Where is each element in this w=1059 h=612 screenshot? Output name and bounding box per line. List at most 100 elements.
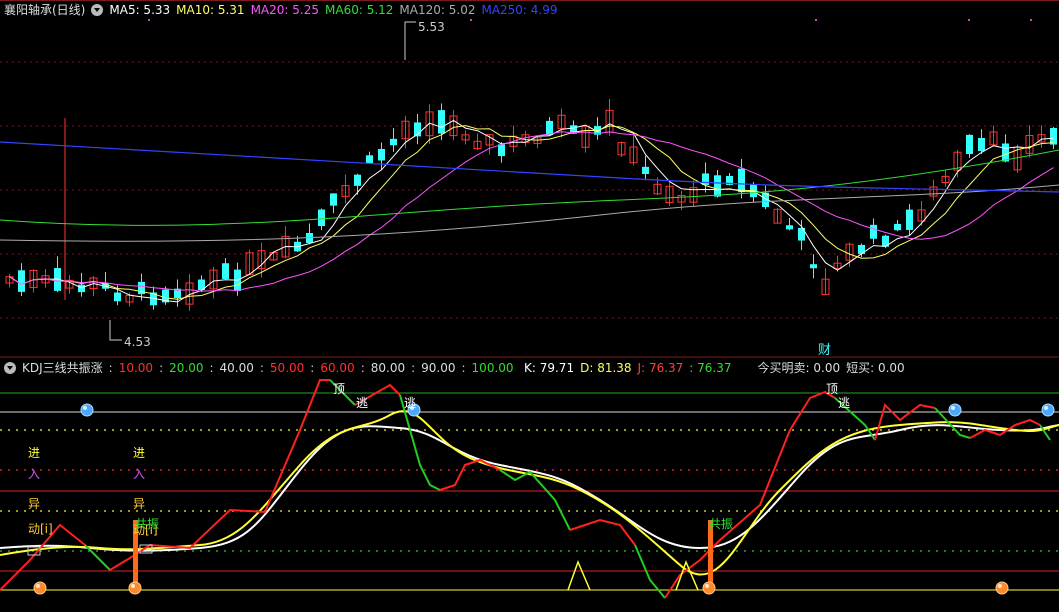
candle-down [642, 166, 649, 175]
candle-down [1050, 127, 1057, 145]
sell-signal-ball-shine [1044, 406, 1048, 410]
buy-signal-ball-shine [705, 584, 709, 588]
chart-stage[interactable]: 襄阳轴承(日线) MA5: 5.33 MA10: 5.31 MA20: 5.25… [0, 0, 1059, 612]
candle-down [906, 209, 913, 230]
ma250-line [0, 141, 1059, 193]
kdj-extra-value: : 76.37 [689, 361, 732, 375]
candle-down [870, 224, 877, 239]
kdj-k-line [0, 424, 1059, 552]
candle-down [978, 137, 985, 151]
candle-down [330, 193, 337, 206]
high-pointer [404, 21, 416, 60]
signal-enter-1: 进 [28, 446, 41, 460]
kdj-j-value: J: 76.37 [637, 361, 684, 375]
ma20-line [9, 131, 1054, 292]
buy-signal-ball [702, 581, 716, 595]
candle-down [1002, 143, 1009, 162]
candle-down [438, 110, 445, 134]
candle-down [114, 292, 121, 302]
signal-escape-3: 逃 [838, 396, 851, 410]
kdj-param-3: 40.00 [219, 361, 254, 375]
candle-down [894, 223, 901, 231]
signal-move-1: 动[i] [28, 522, 53, 536]
signal-in-1: 入 [28, 467, 41, 481]
kdj-param-4: 50.00 [269, 361, 305, 375]
candle-down [498, 144, 505, 157]
kdj-d-value: D: 81.38 [580, 361, 632, 375]
high-price-label: 5.53 [418, 20, 445, 34]
kdj-j-line [439, 458, 501, 491]
top-marker-dot [1030, 19, 1032, 21]
short-buy-value: 短买: 0.00 [846, 361, 905, 375]
kdj-title: KDJ三线共振涨 [22, 361, 103, 375]
sell-signal-ball-shine [83, 406, 87, 410]
kdj-param-7: 90.00 [421, 361, 456, 375]
buy-signal-ball [33, 581, 47, 595]
candle-down [78, 284, 85, 293]
sell-signal-ball [80, 403, 94, 417]
signal-triangle [567, 559, 591, 591]
kdj-param-2: 20.00 [169, 361, 204, 375]
signal-escape-1: 逃 [356, 396, 369, 410]
collapse-toggle-icon[interactable] [91, 4, 104, 16]
signal-resonance-1: 共振 [135, 517, 160, 531]
kdj-values: K: 79.71 D: 81.38 J: 76.37 : 76.37 今买明卖:… [524, 360, 905, 376]
buy-signal-ball-shine [131, 584, 135, 588]
candle-down [222, 263, 229, 279]
kdj-j-line [569, 518, 636, 546]
kdj-header: KDJ三线共振涨 :10.00 :20.00 :40.00 :50.00 :60… [4, 360, 514, 376]
kdj-param-8: 100.00 [471, 361, 514, 375]
finance-marker[interactable]: 财 [818, 344, 831, 358]
ma20-label: MA20: 5.25 [250, 3, 319, 17]
buy-signal-ball-shine [36, 584, 40, 588]
buy-signal-ball [995, 581, 1009, 595]
signal-in-2: 入 [133, 467, 146, 481]
main-header: 襄阳轴承(日线) MA5: 5.33 MA10: 5.31 MA20: 5.25… [4, 2, 558, 18]
ma10-label: MA10: 5.31 [176, 3, 245, 17]
candle-down [366, 155, 373, 164]
signal-resonance-2: 共振 [709, 517, 734, 531]
top-marker-dot [148, 19, 150, 21]
signal-abnormal-2: 异 [133, 497, 146, 511]
signal-enter-2: 进 [133, 446, 146, 460]
ma60-label: MA60: 5.12 [325, 3, 394, 17]
kdj-param-1: 10.00 [118, 361, 154, 375]
ma5-line [9, 119, 1054, 303]
buy-signal-ball-shine [998, 584, 1002, 588]
candle-down [966, 134, 973, 155]
buy-signal-ball [128, 581, 142, 595]
signal-abnormal-1: 异 [28, 497, 41, 511]
signal-top-1: 顶 [333, 382, 346, 396]
kdj-param-6: 80.00 [370, 361, 406, 375]
candle-down [18, 270, 25, 292]
top-marker-dot [470, 19, 472, 21]
top-marker-dot [815, 19, 817, 21]
sell-signal-ball [948, 403, 962, 417]
sell-signal-ball-shine [951, 406, 955, 410]
kdj-j-line [664, 390, 836, 599]
candle-down [714, 175, 721, 197]
signal-top-2: 顶 [826, 382, 839, 396]
candle-down [318, 209, 325, 227]
low-pointer [109, 320, 122, 341]
ma60-line [0, 149, 1059, 226]
signal-escape-2: 逃 [404, 396, 417, 410]
candle-down [702, 173, 709, 185]
candle-down [786, 225, 793, 230]
candle-down [378, 148, 385, 161]
kdj-param-5: 60.00 [320, 361, 355, 375]
ma120-line [0, 184, 1059, 242]
ma5-label: MA5: 5.33 [109, 3, 171, 17]
buy-sell-value: 今买明卖: 0.00 [757, 361, 841, 375]
top-marker-dot [968, 19, 970, 21]
candle-down [738, 168, 745, 193]
stock-title: 襄阳轴承(日线) [4, 3, 86, 17]
low-price-label: 4.53 [124, 335, 151, 349]
sell-signal-ball [1041, 403, 1055, 417]
ma120-label: MA120: 5.02 [399, 3, 476, 17]
candle-down [354, 174, 361, 186]
candle-down [810, 264, 817, 269]
kdj-k-value: K: 79.71 [524, 361, 575, 375]
kdj-toggle-icon[interactable] [4, 362, 16, 374]
ma250-label: MA250: 4.99 [481, 3, 558, 17]
